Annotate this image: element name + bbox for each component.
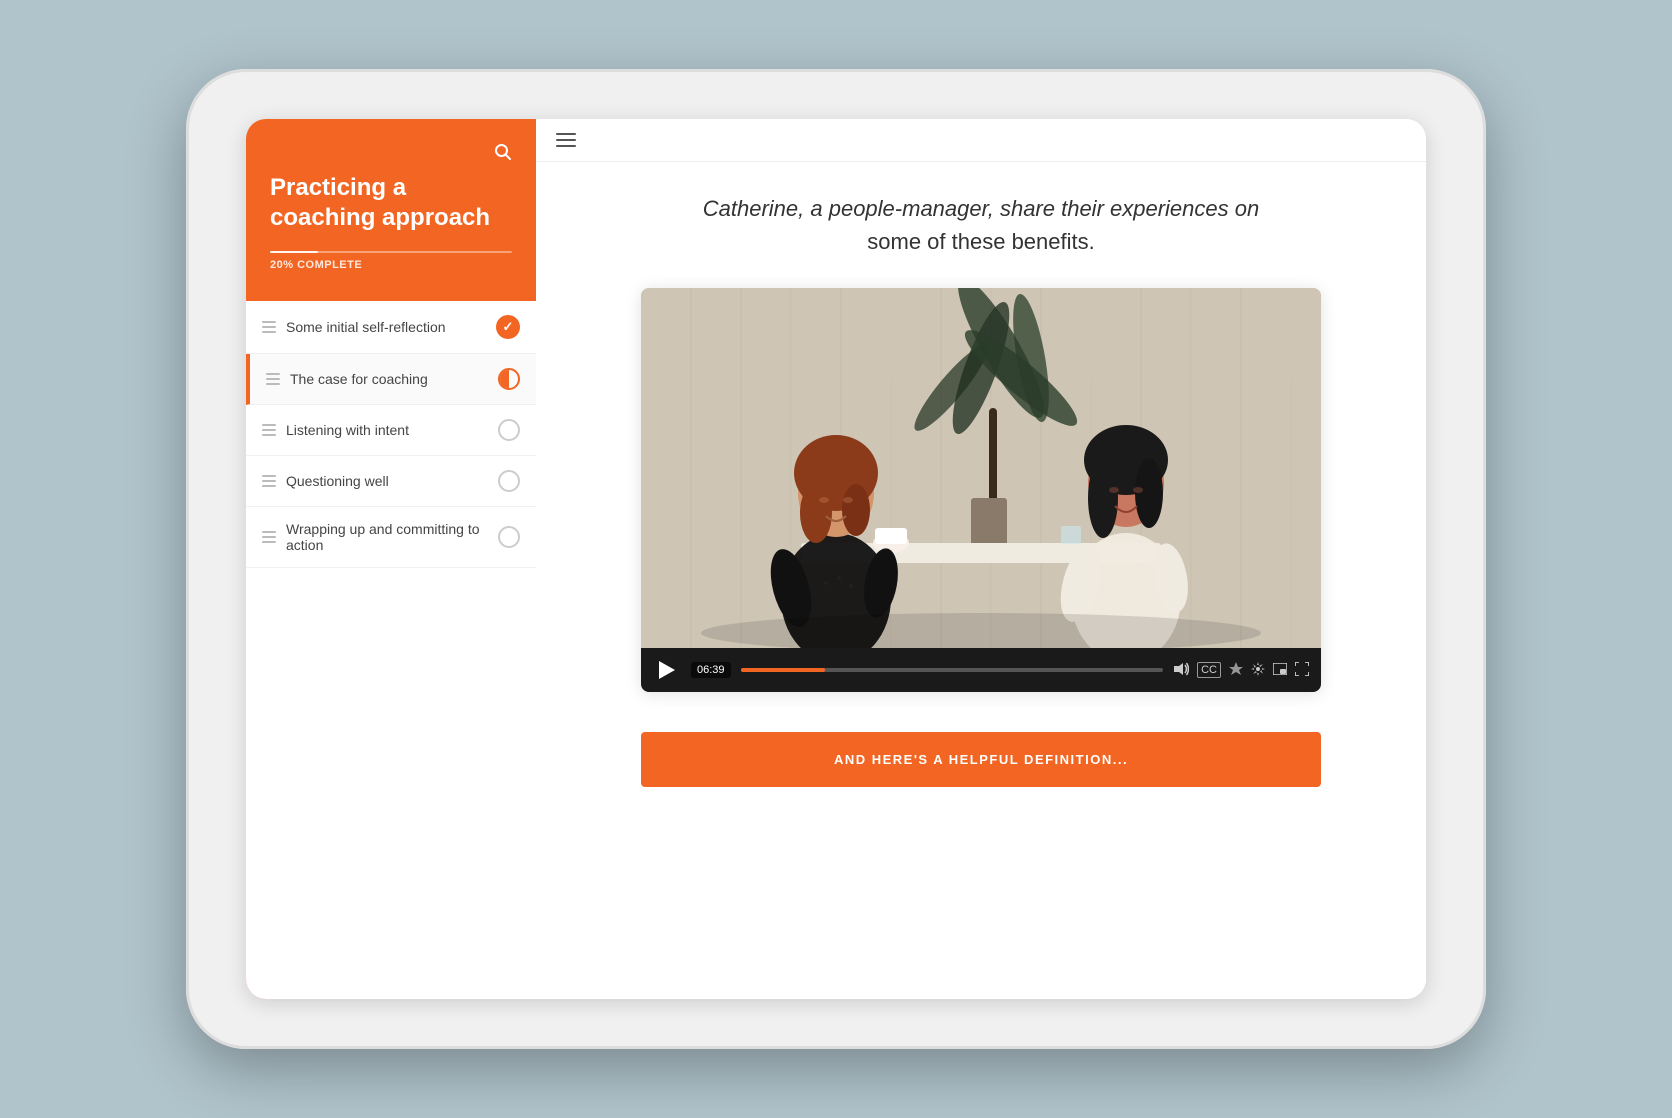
main-body: Catherine, a people-manager, share their… (536, 162, 1426, 999)
captions-icon[interactable]: CC (1197, 662, 1221, 678)
checkmark-icon: ✓ (503, 319, 514, 335)
play-button[interactable] (653, 656, 681, 684)
nav-item-questioning[interactable]: Questioning well (246, 456, 536, 507)
nav-item-icon-4 (262, 475, 276, 487)
main-content: Catherine, a people-manager, share their… (536, 119, 1426, 999)
nav-item-status-in-progress (498, 368, 520, 390)
settings-icon[interactable] (1251, 662, 1265, 679)
video-controls-bar: 06:39 CC (641, 648, 1321, 692)
nav-item-self-reflection[interactable]: Some initial self-reflection ✓ (246, 301, 536, 354)
nav-item-label-listening: Listening with intent (286, 422, 490, 438)
nav-item-listening[interactable]: Listening with intent (246, 405, 536, 456)
intro-text-emphasis: Catherine, a people-manager, share their… (703, 196, 1259, 221)
video-control-icons: CC (1173, 662, 1309, 679)
video-timestamp: 06:39 (691, 662, 731, 678)
volume-icon[interactable] (1173, 662, 1189, 679)
nav-item-status-empty-2 (498, 470, 520, 492)
nav-item-icon-5 (262, 531, 276, 543)
progress-bar-fill (270, 251, 318, 253)
fullscreen-icon[interactable] (1295, 662, 1309, 679)
main-toolbar (536, 119, 1426, 162)
play-icon (659, 661, 675, 679)
video-progress-fill (741, 668, 826, 672)
nav-item-icon-2 (266, 373, 280, 385)
nav-items-list: Some initial self-reflection ✓ The case … (246, 301, 536, 999)
nav-item-status-completed: ✓ (496, 315, 520, 339)
nav-item-case-for-coaching[interactable]: The case for coaching (246, 354, 536, 405)
video-progress-track[interactable] (741, 668, 1164, 672)
video-thumbnail[interactable] (641, 288, 1321, 648)
nav-item-label-self-reflection: Some initial self-reflection (286, 319, 488, 335)
nav-item-label-questioning: Questioning well (286, 473, 490, 489)
pip-icon[interactable] (1273, 662, 1287, 678)
sidebar-title: Practicing a coaching approach (270, 173, 512, 233)
tablet-frame: Practicing a coaching approach 20% COMPL… (186, 69, 1486, 1049)
nav-item-status-empty-3 (498, 526, 520, 548)
progress-bar-container (270, 251, 512, 253)
app-container: Practicing a coaching approach 20% COMPL… (246, 119, 1426, 999)
intro-text-second-line: some of these benefits. (867, 229, 1094, 254)
nav-item-label-wrapping-up: Wrapping up and committing to action (286, 521, 490, 553)
sidebar-header: Practicing a coaching approach 20% COMPL… (246, 119, 536, 301)
nav-item-wrapping-up[interactable]: Wrapping up and committing to action (246, 507, 536, 568)
nav-item-icon-3 (262, 424, 276, 436)
sidebar: Practicing a coaching approach 20% COMPL… (246, 119, 536, 999)
nav-item-status-empty-1 (498, 419, 520, 441)
progress-label: 20% COMPLETE (270, 259, 512, 271)
intro-text: Catherine, a people-manager, share their… (703, 192, 1259, 258)
nav-item-label-case-for-coaching: The case for coaching (290, 371, 490, 387)
nav-item-icon (262, 321, 276, 333)
search-icon[interactable] (494, 143, 512, 166)
video-container: 06:39 CC (641, 288, 1321, 692)
hamburger-menu-icon[interactable] (556, 133, 576, 147)
video-scene-svg (641, 288, 1321, 648)
cta-button[interactable]: AND HERE'S A HELPFUL DEFINITION... (641, 732, 1321, 787)
quality-icon[interactable] (1229, 662, 1243, 679)
